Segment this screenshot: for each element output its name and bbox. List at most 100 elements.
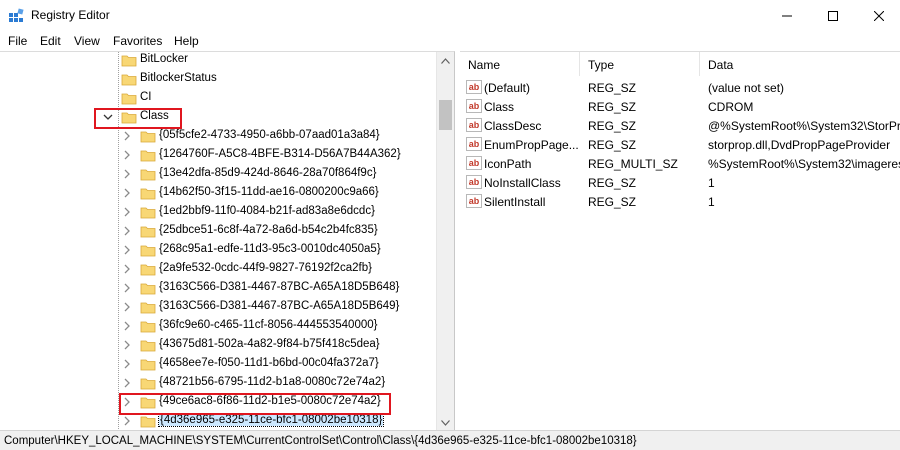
string-value-icon: ab [466,80,482,94]
tree-item[interactable]: BitlockerStatus [0,70,436,89]
tree-item[interactable]: {43675d81-502a-4a82-9f84-b75f418c5dea} [0,336,436,355]
chevron-up-icon [441,57,450,64]
close-button[interactable] [856,0,900,31]
values-pane[interactable]: Name Type Data ab (Default) REG_SZ (value n… [460,51,900,430]
value-data: (value not set) [708,81,785,95]
value-row[interactable]: ab (Default) REG_SZ (value not set) [460,78,900,97]
folder-icon [140,188,156,200]
value-name: SilentInstall [484,195,546,209]
value-data: 1 [708,195,715,209]
column-header-name[interactable]: Name [460,52,580,76]
tree-item-label: BitLocker [140,53,188,65]
scroll-down-button[interactable] [437,414,454,430]
chevron-right-icon[interactable] [121,339,133,351]
column-header-data[interactable]: Data [700,52,900,76]
tree-item-label: {43675d81-502a-4a82-9f84-b75f418c5dea} [159,338,380,350]
tree-item-label: {3163C566-D381-4467-87BC-A65A18D5B648} [159,281,400,293]
tree-item[interactable]: {3163C566-D381-4467-87BC-A65A18D5B649} [0,298,436,317]
value-name: ClassDesc [484,119,542,133]
value-row[interactable]: ab ClassDesc REG_SZ @%SystemRoot%\System32\… [460,116,900,135]
value-name: NoInstallClass [484,176,561,190]
tree-item[interactable]: {14b62f50-3f15-11dd-ae16-0800200c9a66} [0,184,436,203]
tree-item[interactable]: BitLocker [0,52,436,70]
value-type: REG_SZ [588,119,637,133]
tree-item[interactable]: {25dbce51-6c8f-4a72-8a6d-b54c2b4fc835} [0,222,436,241]
chevron-right-icon[interactable] [121,244,133,256]
folder-icon [140,302,156,314]
string-value-icon: ab [466,99,482,113]
folder-icon [121,74,137,86]
scroll-up-button[interactable] [437,52,454,69]
minimize-icon [782,15,792,16]
tree-item[interactable]: {48721b56-6795-11d2-b1a8-0080c72e74a2} [0,374,436,393]
class-key-highlight [94,108,182,129]
string-value-icon: ab [466,118,482,132]
key-tree-pane[interactable]: BitLocker BitlockerStatus CI Class {05f5cfe2… [0,51,455,430]
scroll-thumb[interactable] [439,100,452,130]
folder-icon [140,321,156,333]
tree-item-label: {05f5cfe2-4733-4950-a6bb-07aad01a3a84} [159,129,380,141]
title-bar: Registry Editor [0,0,900,31]
tree-item[interactable]: {05f5cfe2-4733-4950-a6bb-07aad01a3a84} [0,127,436,146]
tree-scrollbar[interactable] [436,52,454,430]
folder-icon [140,226,156,238]
menu-edit[interactable]: Edit [40,34,61,48]
string-value-icon: ab [466,156,482,170]
value-row[interactable]: ab IconPath REG_MULTI_SZ %SystemRoot%\Syste… [460,154,900,173]
value-name: EnumPropPage... [484,138,579,152]
maximize-button[interactable] [810,0,856,31]
string-value-icon: ab [466,137,482,151]
tree-item[interactable]: {13e42dfa-85d9-424d-8646-28a70f864f9c} [0,165,436,184]
chevron-right-icon[interactable] [121,263,133,275]
tree-item[interactable]: {1ed2bbf9-11f0-4084-b21f-ad83a8e6dcdc} [0,203,436,222]
folder-icon [140,264,156,276]
value-name: (Default) [484,81,531,95]
chevron-right-icon[interactable] [121,377,133,389]
chevron-right-icon[interactable] [121,415,133,427]
chevron-right-icon[interactable] [121,187,133,199]
minimize-button[interactable] [764,0,810,31]
tree-item[interactable]: CI [0,89,436,108]
chevron-right-icon[interactable] [121,206,133,218]
tree-item[interactable]: {268c95a1-edfe-11d3-95c3-0010dc4050a5} [0,241,436,260]
window-title: Registry Editor [31,8,110,22]
chevron-right-icon[interactable] [121,168,133,180]
chevron-right-icon[interactable] [121,149,133,161]
tree-item-label: {48721b56-6795-11d2-b1a8-0080c72e74a2} [159,376,386,388]
chevron-down-icon [441,419,450,426]
column-header-type[interactable]: Type [580,52,700,76]
tree-item[interactable]: {3163C566-D381-4467-87BC-A65A18D5B648} [0,279,436,298]
value-row[interactable]: ab EnumPropPage... REG_SZ storprop.dll,DvdP… [460,135,900,154]
tree-item-label: {3163C566-D381-4467-87BC-A65A18D5B649} [159,300,400,312]
tree-item[interactable]: {1264760F-A5C8-4BFE-B314-D56A7B44A362} [0,146,436,165]
tree-item-label: {4658ee7e-f050-11d1-b6bd-00c04fa372a7} [159,357,379,369]
chevron-right-icon[interactable] [121,320,133,332]
status-bar: Computer\HKEY_LOCAL_MACHINE\SYSTEM\Curre… [0,430,900,450]
menu-favorites[interactable]: Favorites [113,34,162,48]
value-data: @%SystemRoot%\System32\StorPro [708,119,900,133]
menu-help[interactable]: Help [174,34,199,48]
value-row[interactable]: ab Class REG_SZ CDROM [460,97,900,116]
chevron-right-icon[interactable] [121,225,133,237]
tree-item[interactable]: Class [0,108,436,127]
tree-item[interactable]: {2a9fe532-0cdc-44f9-9827-76192f2ca2fb} [0,260,436,279]
value-type: REG_SZ [588,195,637,209]
value-row[interactable]: ab SilentInstall REG_SZ 1 [460,192,900,211]
value-type: REG_SZ [588,100,637,114]
value-row[interactable]: ab NoInstallClass REG_SZ 1 [460,173,900,192]
menu-view[interactable]: View [74,34,100,48]
tree-item-label: CI [140,91,152,103]
folder-icon [140,245,156,257]
tree-item-label: {4d36e965-e325-11ce-bfc1-08002be10318} [157,413,385,427]
menu-file[interactable]: File [8,34,27,48]
chevron-right-icon[interactable] [121,301,133,313]
tree-item-label: {13e42dfa-85d9-424d-8646-28a70f864f9c} [159,167,377,179]
maximize-icon [828,10,838,21]
value-data: CDROM [708,100,754,114]
tree-item[interactable]: {36fc9e60-c465-11cf-8056-444553540000} [0,317,436,336]
tree-item[interactable]: {4658ee7e-f050-11d1-b6bd-00c04fa372a7} [0,355,436,374]
chevron-right-icon[interactable] [121,282,133,294]
chevron-right-icon[interactable] [121,130,133,142]
selected-key-highlight [119,393,391,415]
chevron-right-icon[interactable] [121,358,133,370]
